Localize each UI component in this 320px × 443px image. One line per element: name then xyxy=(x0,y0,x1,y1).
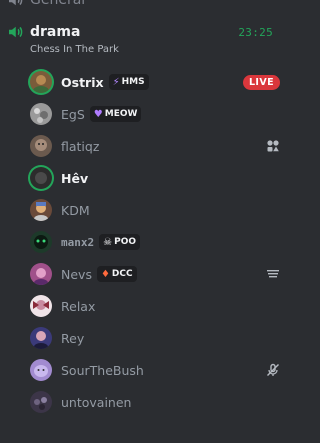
guild-tag: ⚡ HMS xyxy=(108,74,149,90)
channel-name: drama xyxy=(30,24,81,40)
member-name: Hêv xyxy=(61,170,89,186)
avatar xyxy=(30,295,52,317)
member-name: manx2 xyxy=(61,235,95,249)
member-name: SourTheBush xyxy=(61,362,144,378)
lightning-icon: ⚡ xyxy=(112,76,120,88)
avatar xyxy=(30,103,52,125)
member-name: KDM xyxy=(61,202,90,218)
channel-name: General xyxy=(30,0,86,8)
activity-icon xyxy=(267,140,279,152)
avatar xyxy=(30,359,52,381)
member-name: flatiqz xyxy=(61,138,100,154)
call-timer: 23:25 xyxy=(238,25,273,39)
guild-tag: ♥ MEOW xyxy=(89,106,142,122)
avatar xyxy=(30,199,52,221)
voice-member-untovainen[interactable]: untovainen xyxy=(30,386,280,418)
guild-tag: ☠ POO xyxy=(99,234,140,250)
voice-member-flatiqz[interactable]: flatiqz xyxy=(30,130,280,162)
voice-member-nevs[interactable]: Nevs ♦ DCC xyxy=(30,258,280,290)
member-name: untovainen xyxy=(61,394,132,410)
purple-heart-icon: ♥ xyxy=(93,108,103,120)
avatar xyxy=(30,71,52,93)
voice-member-kdm[interactable]: KDM xyxy=(30,194,280,226)
speaker-icon xyxy=(9,0,23,6)
member-name: Ostrix xyxy=(61,74,104,90)
speaker-icon xyxy=(9,26,23,38)
guild-tag-label: POO xyxy=(114,237,136,247)
muted-mic-icon xyxy=(267,363,279,376)
member-name: Nevs xyxy=(61,266,92,282)
member-name: EgS xyxy=(61,106,85,122)
guild-tag-label: DCC xyxy=(111,269,133,279)
channel-activity: Chess In The Park xyxy=(30,44,119,55)
avatar xyxy=(30,327,52,349)
channel-general[interactable]: General xyxy=(0,0,295,12)
voice-member-ostrix[interactable]: Ostrix ⚡ HMS LIVE xyxy=(30,66,280,98)
voice-member-hev[interactable]: Hêv xyxy=(30,162,280,194)
avatar xyxy=(30,231,52,253)
live-badge: LIVE xyxy=(242,74,280,90)
avatar xyxy=(30,135,52,157)
avatar xyxy=(30,167,52,189)
guild-tag-label: HMS xyxy=(121,77,145,87)
member-name: Rey xyxy=(61,330,85,346)
channel-drama[interactable]: drama 23:25 xyxy=(0,20,295,44)
member-name: Relax xyxy=(61,298,96,314)
voice-member-manx2[interactable]: manx2 ☠ POO xyxy=(30,226,280,258)
voice-member-sourthebush[interactable]: SourTheBush xyxy=(30,354,280,386)
voice-member-rey[interactable]: Rey xyxy=(30,322,280,354)
avatar xyxy=(30,391,52,413)
fire-icon: ♦ xyxy=(100,268,110,280)
voice-member-egs[interactable]: EgS ♥ MEOW xyxy=(30,98,280,130)
guild-tag-label: MEOW xyxy=(104,109,138,119)
skull-icon: ☠ xyxy=(103,236,113,248)
app-logo-icon xyxy=(267,270,279,278)
voice-member-relax[interactable]: Relax xyxy=(30,290,280,322)
guild-tag: ♦ DCC xyxy=(96,266,137,282)
avatar xyxy=(30,263,52,285)
